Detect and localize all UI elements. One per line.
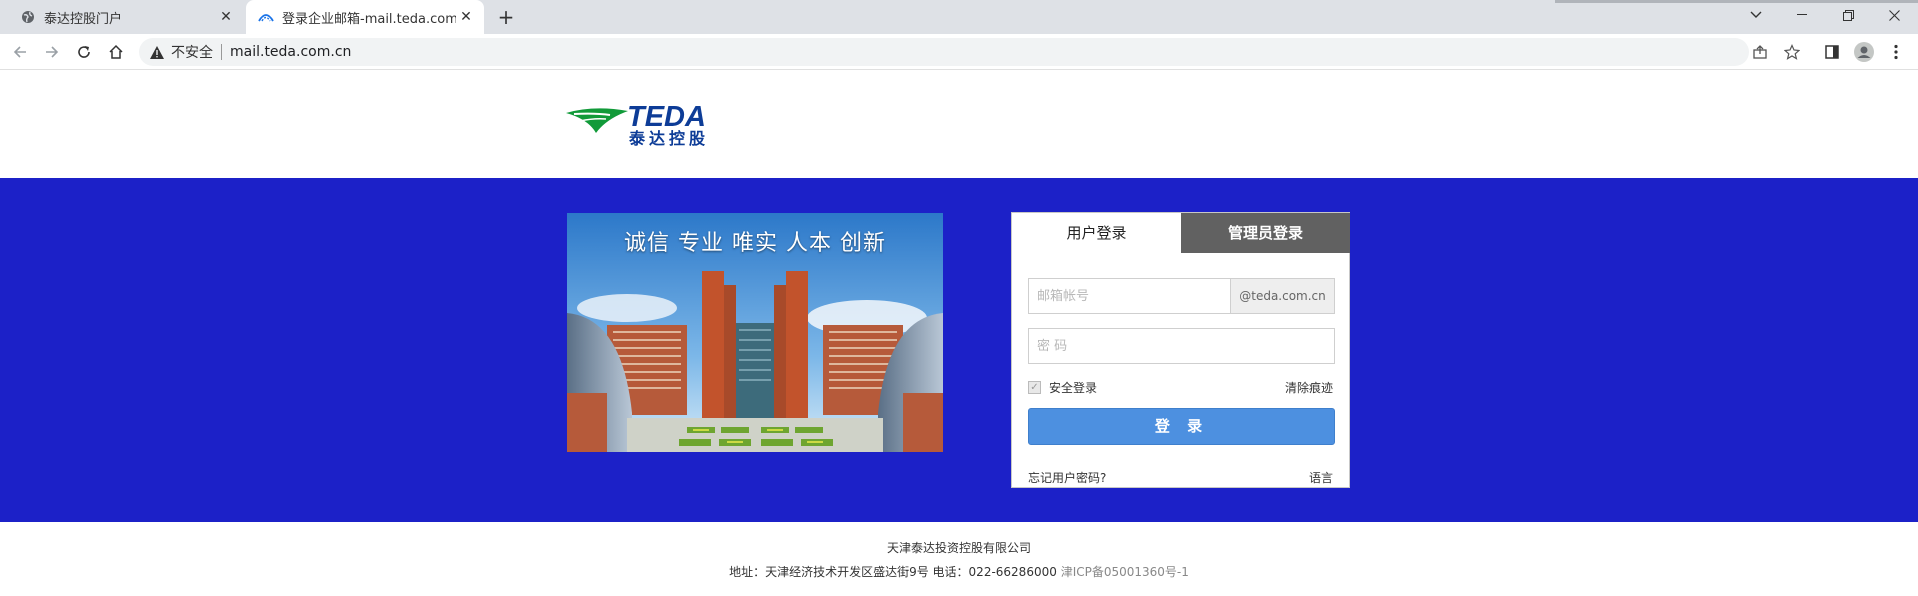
password-field bbox=[1028, 328, 1335, 364]
tab-title: 泰达控股门户 bbox=[44, 11, 123, 27]
login-button[interactable]: 登 录 bbox=[1028, 408, 1335, 445]
close-window-icon[interactable] bbox=[1871, 0, 1917, 30]
globe-icon bbox=[20, 9, 36, 25]
close-icon[interactable]: ✕ bbox=[456, 7, 476, 27]
forward-arrow-icon[interactable] bbox=[40, 40, 64, 64]
forgot-password-link[interactable]: 忘记用户密码? bbox=[1028, 469, 1106, 486]
login-panel: 用户登录 管理员登录 @teda.com.cn ✓ 安全登录 清除痕迹 登 录 … bbox=[1011, 212, 1350, 488]
new-tab-button[interactable]: + bbox=[494, 6, 518, 28]
close-icon[interactable]: ✕ bbox=[216, 7, 236, 27]
warning-icon[interactable] bbox=[149, 44, 165, 60]
teda-building-photo: 诚信 专业 唯实 人本 创新 bbox=[567, 213, 943, 452]
login-banner bbox=[0, 178, 1918, 522]
side-panel-icon[interactable] bbox=[1820, 40, 1844, 64]
insecure-label[interactable]: 不安全 bbox=[171, 42, 213, 62]
star-icon[interactable] bbox=[1780, 40, 1804, 64]
restore-icon[interactable] bbox=[1825, 0, 1871, 30]
tab-title: 登录企业邮箱-mail.teda.com.cn bbox=[282, 11, 456, 27]
divider bbox=[221, 44, 222, 60]
mail-logo-icon bbox=[258, 9, 274, 25]
browser-tab-bar: 泰达控股门户 ✕ 登录企业邮箱-mail.teda.com.cn ✕ + bbox=[0, 0, 1918, 34]
footer-icp-link[interactable]: 津ICP备05001360号-1 bbox=[1061, 565, 1189, 579]
share-icon[interactable] bbox=[1748, 40, 1772, 64]
tab-search-chevron-icon[interactable] bbox=[1733, 0, 1779, 30]
account-input[interactable] bbox=[1029, 279, 1229, 313]
footer-company: 天津泰达投资控股有限公司 bbox=[886, 541, 1031, 555]
language-link[interactable]: 语言 bbox=[1309, 469, 1333, 486]
url-text[interactable]: mail.teda.com.cn bbox=[230, 44, 351, 60]
password-input[interactable] bbox=[1029, 329, 1329, 363]
address-bar[interactable]: 不安全 mail.teda.com.cn bbox=[139, 38, 1749, 66]
page-header bbox=[0, 71, 1918, 178]
domain-suffix: @teda.com.cn bbox=[1230, 279, 1334, 313]
secure-login-checkbox[interactable]: ✓ bbox=[1028, 381, 1041, 394]
slogan-text: 诚信 专业 唯实 人本 创新 bbox=[624, 231, 886, 256]
secure-login-label: 安全登录 bbox=[1049, 381, 1098, 395]
browser-toolbar: 不安全 mail.teda.com.cn bbox=[0, 34, 1918, 70]
teda-logo[interactable]: TEDA 泰达控股 bbox=[566, 101, 731, 148]
profile-avatar-icon[interactable] bbox=[1852, 40, 1876, 64]
clear-traces-link[interactable]: 清除痕迹 bbox=[1285, 379, 1333, 396]
account-field: @teda.com.cn bbox=[1028, 278, 1335, 314]
back-arrow-icon[interactable] bbox=[8, 40, 32, 64]
tab-user-login[interactable]: 用户登录 bbox=[1012, 213, 1181, 253]
browser-tab-mail[interactable]: 登录企业邮箱-mail.teda.com.cn ✕ bbox=[246, 0, 484, 34]
minimize-icon[interactable] bbox=[1779, 0, 1825, 30]
logo-text-cn: 泰达控股 bbox=[629, 129, 710, 148]
leaf-logo-icon bbox=[566, 108, 628, 133]
secure-login-option[interactable]: ✓ 安全登录 bbox=[1028, 379, 1097, 396]
footer-address: 地址：天津经济技术开发区盛达街9号 电话：022-66286000 bbox=[729, 565, 1057, 579]
reload-icon[interactable] bbox=[72, 40, 96, 64]
tab-admin-login[interactable]: 管理员登录 bbox=[1181, 213, 1350, 253]
home-icon[interactable] bbox=[104, 40, 128, 64]
more-menu-icon[interactable] bbox=[1884, 40, 1908, 64]
browser-tab-portal[interactable]: 泰达控股门户 ✕ bbox=[8, 0, 244, 34]
footer-info: 地址：天津经济技术开发区盛达街9号 电话：022-66286000 津ICP备0… bbox=[0, 563, 1918, 580]
